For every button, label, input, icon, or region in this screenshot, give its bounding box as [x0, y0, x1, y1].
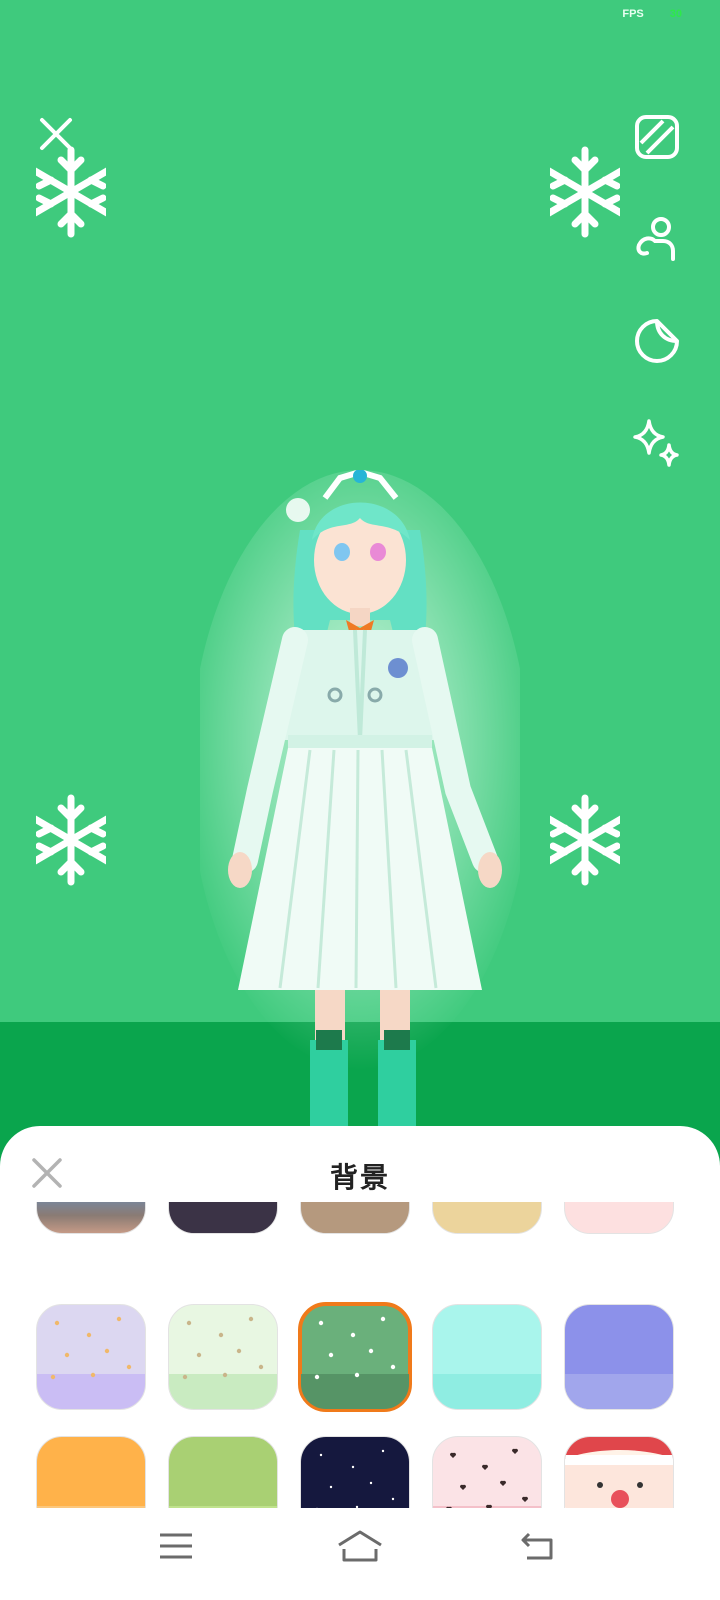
fps-value: 30 — [669, 8, 682, 20]
background-option-tile[interactable] — [168, 1202, 278, 1234]
system-navigation-bar — [0, 1508, 720, 1600]
background-option-tile[interactable] — [432, 1304, 542, 1410]
tile-floor — [169, 1218, 277, 1233]
background-option-tile[interactable] — [564, 1304, 674, 1410]
background-option-tile[interactable] — [298, 1302, 412, 1412]
side-toolbar — [630, 110, 684, 518]
effects-tool-button[interactable] — [630, 416, 684, 470]
pose-icon — [636, 217, 675, 261]
tile-floor — [301, 1218, 409, 1233]
snow-pattern — [314, 1316, 396, 1380]
planets-pattern — [50, 1316, 132, 1380]
fps-counter: FPS 30 — [622, 8, 682, 20]
background-tool-button[interactable] — [630, 110, 684, 164]
effects-sparkle-icon — [633, 419, 679, 467]
avatar-character[interactable] — [200, 470, 520, 1130]
background-option-tile[interactable] — [36, 1304, 146, 1410]
menu-icon — [160, 1533, 192, 1559]
tile-floor — [565, 1373, 673, 1409]
back-button[interactable] — [508, 1526, 568, 1566]
sticker-icon — [635, 319, 679, 363]
back-icon — [521, 1532, 553, 1560]
snowflake-decoration-icon — [550, 794, 620, 886]
background-pattern-icon — [635, 115, 679, 159]
menu-button[interactable] — [146, 1526, 206, 1566]
sheet-title: 背景 — [329, 1162, 390, 1193]
tile-floor — [433, 1373, 541, 1409]
snowflake-decoration-icon — [36, 794, 106, 886]
background-option-tile[interactable] — [564, 1202, 674, 1234]
snowflake-decoration-icon — [550, 146, 620, 238]
background-grid[interactable] — [0, 1202, 720, 1550]
background-option-tile[interactable] — [300, 1202, 410, 1234]
background-option-tile[interactable] — [36, 1202, 146, 1234]
pose-tool-button[interactable] — [630, 212, 684, 266]
background-option-tile[interactable] — [432, 1202, 542, 1234]
background-option-tile[interactable] — [168, 1304, 278, 1410]
tile-floor — [433, 1218, 541, 1233]
dots-pattern — [182, 1316, 264, 1380]
snowflake-decoration-icon — [36, 146, 106, 238]
tile-floor — [565, 1218, 673, 1233]
home-icon — [338, 1530, 382, 1562]
home-button[interactable] — [330, 1526, 390, 1566]
fps-label: FPS — [622, 8, 644, 20]
sticker-tool-button[interactable] — [630, 314, 684, 368]
